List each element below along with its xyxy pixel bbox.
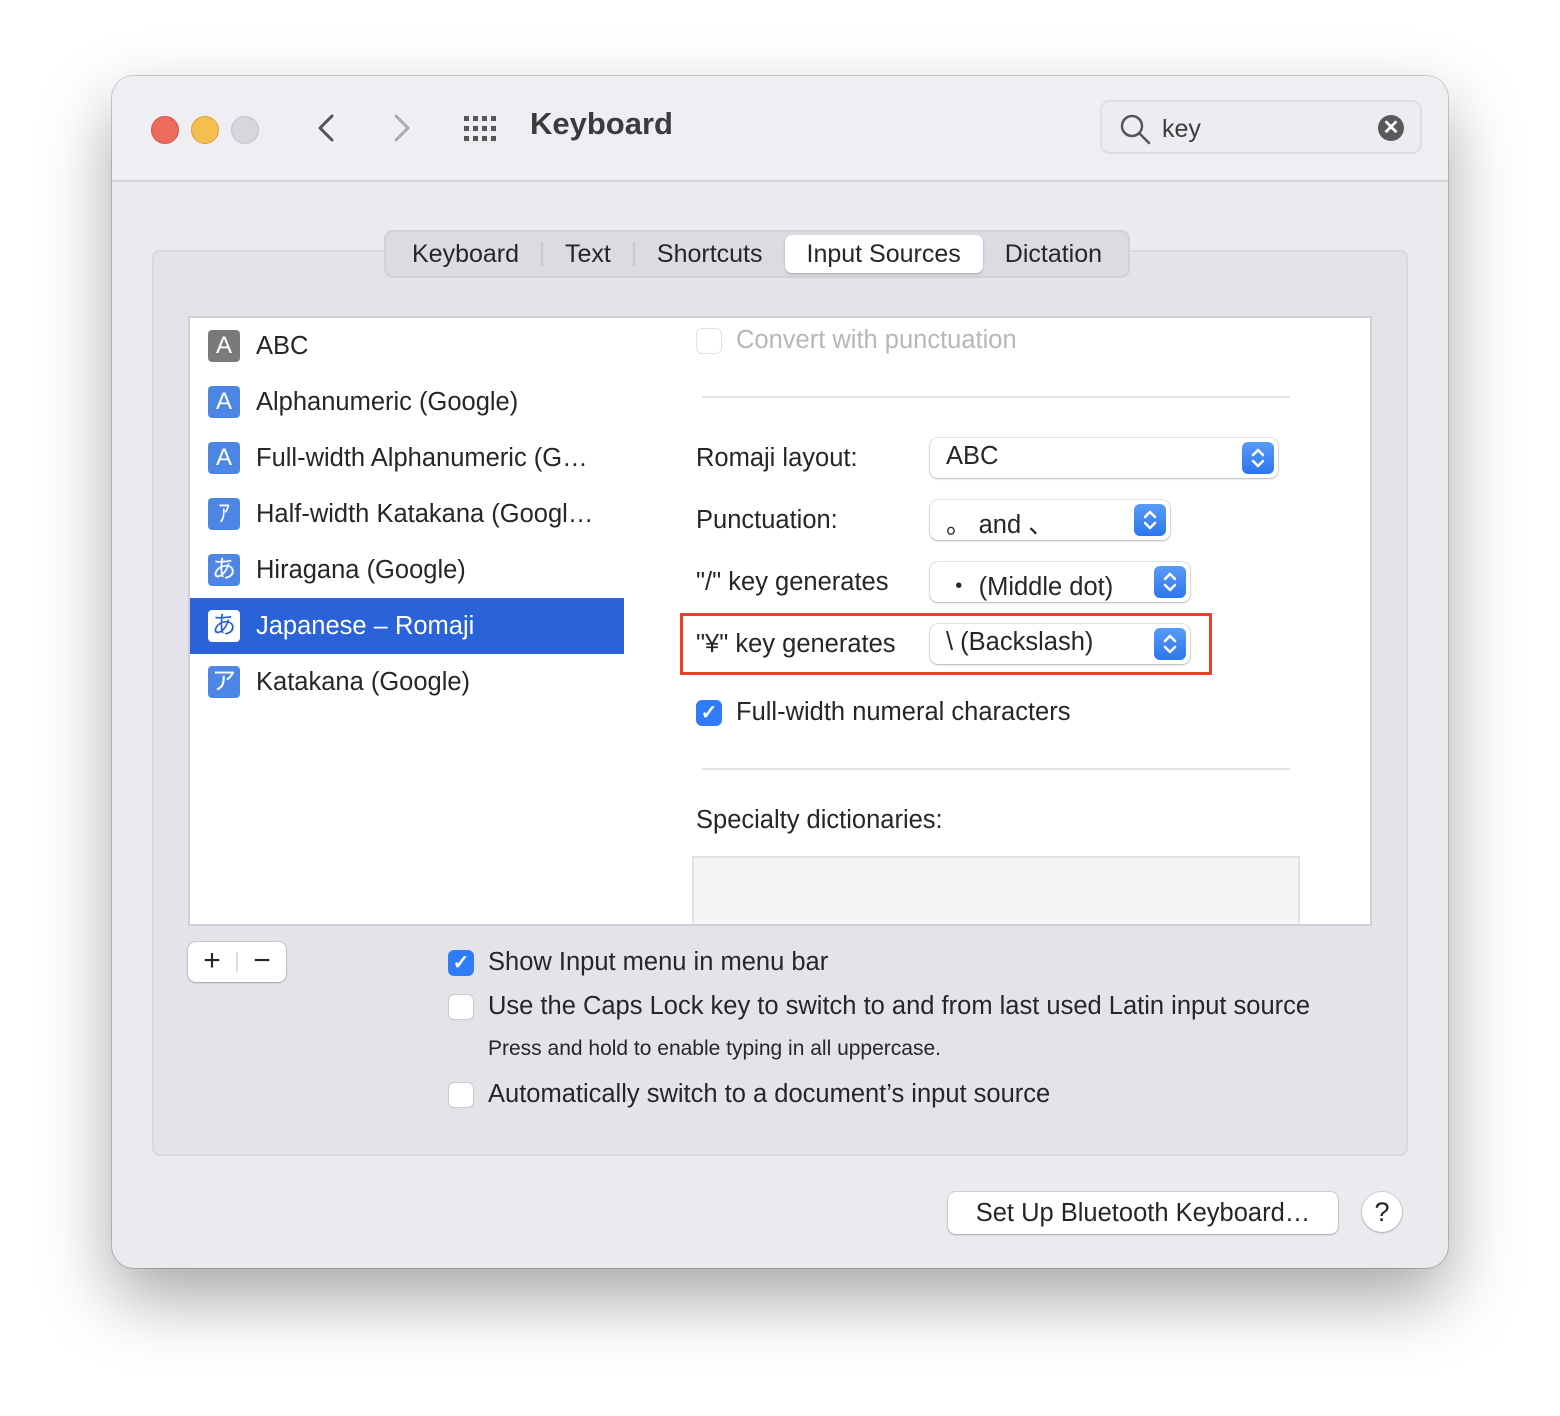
list-item[interactable]: ｱ Half-width Katakana (Googl…: [190, 486, 624, 542]
search-field[interactable]: ✕: [1100, 100, 1422, 154]
popup-arrows-icon: [1154, 566, 1186, 598]
minimize-window-button[interactable]: [191, 116, 219, 144]
tab-keyboard[interactable]: Keyboard: [390, 235, 541, 273]
specialty-dictionaries-label: Specialty dictionaries:: [696, 806, 943, 834]
window-title: Keyboard: [530, 106, 673, 141]
alphanumeric-source-icon: A: [208, 386, 240, 418]
close-window-button[interactable]: [151, 116, 179, 144]
list-item-label: ABC: [256, 331, 309, 360]
list-item[interactable]: A Alphanumeric (Google): [190, 374, 624, 430]
clear-icon[interactable]: ✕: [1378, 115, 1404, 141]
katakana-source-icon: ア: [208, 666, 240, 698]
punctuation-value: 。 and 、: [946, 511, 1054, 539]
add-source-button[interactable]: +: [188, 942, 236, 982]
zoom-window-button[interactable]: [231, 116, 259, 144]
list-item-label: Half-width Katakana (Googl…: [256, 499, 594, 528]
full-width-numerals-checkbox[interactable]: ✓: [696, 700, 722, 726]
convert-punctuation-label: Convert with punctuation: [736, 326, 1017, 354]
grid-icon: [464, 116, 496, 141]
tab-shortcuts[interactable]: Shortcuts: [635, 235, 785, 273]
slash-key-value: ・ (Middle dot): [946, 573, 1114, 601]
caps-lock-note: Press and hold to enable typing in all u…: [488, 1037, 941, 1060]
caps-lock-checkbox[interactable]: [448, 994, 474, 1020]
specialty-dictionaries-list[interactable]: [692, 856, 1300, 924]
list-item[interactable]: ア Katakana (Google): [190, 654, 624, 710]
list-item-label: Hiragana (Google): [256, 555, 466, 584]
slash-key-popup[interactable]: ・ (Middle dot): [930, 562, 1190, 602]
list-item[interactable]: A Full-width Alphanumeric (G…: [190, 430, 624, 486]
romaji-layout-label: Romaji layout:: [696, 444, 858, 472]
list-item-label: Alphanumeric (Google): [256, 387, 519, 416]
half-width-katakana-source-icon: ｱ: [208, 498, 240, 530]
chevron-left-icon: [318, 114, 334, 142]
back-button[interactable]: [308, 108, 348, 148]
list-item-selected[interactable]: あ Japanese – Romaji: [190, 598, 624, 654]
input-sources-list: A ABC A Alphanumeric (Google) A Full-wid…: [188, 316, 626, 926]
show-input-menu-checkbox[interactable]: ✓: [448, 950, 474, 976]
list-item[interactable]: あ Hiragana (Google): [190, 542, 624, 598]
romaji-layout-value: ABC: [946, 442, 999, 470]
divider: [702, 396, 1290, 398]
remove-source-button[interactable]: −: [238, 942, 286, 982]
tab-dictation[interactable]: Dictation: [983, 235, 1124, 273]
forward-button[interactable]: [382, 108, 422, 148]
chevron-right-icon: [394, 114, 410, 142]
list-item-label: Full-width Alphanumeric (G…: [256, 443, 588, 472]
auto-switch-label: Automatically switch to a document’s inp…: [488, 1080, 1051, 1108]
list-item[interactable]: A ABC: [190, 318, 624, 374]
titlebar: Keyboard ✕: [112, 76, 1448, 182]
auto-switch-checkbox[interactable]: [448, 1082, 474, 1108]
tab-input-sources[interactable]: Input Sources: [784, 235, 983, 273]
full-width-numerals-label: Full-width numeral characters: [736, 698, 1071, 726]
help-button[interactable]: ?: [1362, 1192, 1402, 1232]
abc-source-icon: A: [208, 330, 240, 362]
keyboard-preferences-window: Keyboard ✕ Keyboard Text Shortcuts Input…: [112, 76, 1448, 1268]
divider: [702, 768, 1290, 770]
search-input[interactable]: [1160, 110, 1364, 148]
show-all-button[interactable]: [462, 114, 502, 144]
tab-bar: Keyboard Text Shortcuts Input Sources Di…: [384, 230, 1131, 278]
popup-arrows-icon: [1134, 504, 1166, 536]
show-input-menu-label: Show Input menu in menu bar: [488, 948, 829, 976]
full-width-alphanumeric-source-icon: A: [208, 442, 240, 474]
list-item-label: Japanese – Romaji: [256, 611, 475, 640]
hiragana-source-icon: あ: [208, 554, 240, 586]
tab-text[interactable]: Text: [543, 235, 633, 273]
search-icon: [1120, 114, 1151, 145]
punctuation-popup[interactable]: 。 and 、: [930, 500, 1170, 540]
punctuation-label: Punctuation:: [696, 506, 838, 534]
slash-key-label: "/" key generates: [696, 568, 889, 596]
set-up-bluetooth-keyboard-button[interactable]: Set Up Bluetooth Keyboard…: [948, 1192, 1338, 1234]
annotation-highlight-box: [680, 613, 1212, 675]
list-item-label: Katakana (Google): [256, 667, 471, 696]
convert-punctuation-checkbox[interactable]: [696, 328, 722, 354]
popup-arrows-icon: [1242, 442, 1274, 474]
add-remove-control: + −: [188, 942, 286, 982]
romaji-layout-popup[interactable]: ABC: [930, 438, 1278, 478]
caps-lock-label: Use the Caps Lock key to switch to and f…: [488, 992, 1311, 1020]
hiragana-source-icon: あ: [208, 610, 240, 642]
